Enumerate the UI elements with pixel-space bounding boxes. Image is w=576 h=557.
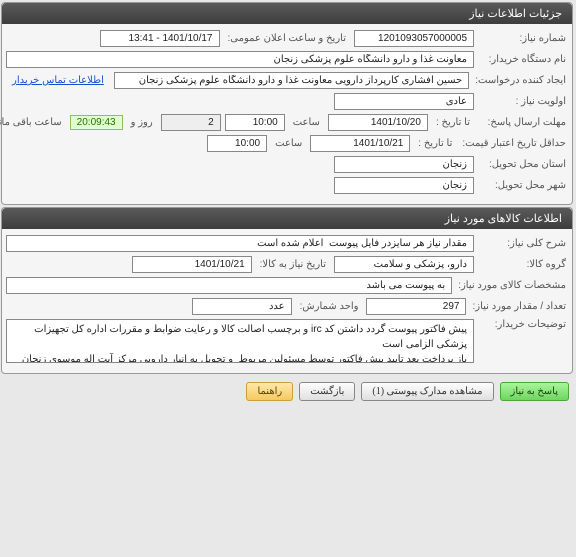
buyer-contact-link[interactable]: اطلاعات تماس خریدار (7, 75, 111, 86)
action-button-row: پاسخ به نیاز مشاهده مدارک پیوستی (1) باز… (0, 376, 576, 407)
row-priority: اولویت نیاز : (7, 93, 569, 110)
unit-field[interactable] (193, 298, 293, 315)
panel1-body: شماره نیاز: تاریخ و ساعت اعلان عمومی: نا… (3, 24, 573, 204)
help-button[interactable]: راهنما (247, 382, 294, 401)
countdown-timer: 20:09:43 (71, 115, 124, 130)
row-group: گروه کالا: تاریخ نیاز به کالا: (7, 256, 569, 273)
attachments-button[interactable]: مشاهده مدارک پیوستی (1) (362, 382, 494, 401)
label-credit: حداقل تاریخ اعتبار قیمت: (461, 138, 569, 149)
back-button[interactable]: بازگشت (300, 382, 356, 401)
notes-field[interactable] (7, 319, 475, 363)
label-city: شهر محل تحویل: (479, 180, 569, 191)
credit-date-field[interactable] (311, 135, 411, 152)
row-spec: مشخصات کالای مورد نیاز: (7, 277, 569, 294)
label-request-no: شماره نیاز: (479, 33, 569, 44)
deadline-time-field[interactable] (226, 114, 286, 131)
label-need-date: تاریخ نیاز به کالا: (257, 259, 331, 270)
goods-info-panel: اطلاعات کالاهای مورد نیاز شرح کلی نیاز: … (2, 207, 574, 374)
desc-field[interactable] (7, 235, 475, 252)
public-dt-field[interactable] (101, 30, 221, 47)
label-qty: تعداد / مقدار مورد نیاز: (471, 301, 569, 312)
deadline-date-field[interactable] (329, 114, 429, 131)
label-hour-1: ساعت (290, 117, 325, 128)
priority-field[interactable] (335, 93, 475, 110)
label-creator: ایجاد کننده درخواست: (474, 75, 569, 86)
panel2-body: شرح کلی نیاز: گروه کالا: تاریخ نیاز به ک… (3, 229, 573, 373)
row-desc: شرح کلی نیاز: (7, 235, 569, 252)
request-no-field[interactable] (355, 30, 475, 47)
group-field[interactable] (335, 256, 475, 273)
respond-button[interactable]: پاسخ به نیاز (501, 382, 571, 401)
need-details-panel: جزئیات اطلاعات نیاز شماره نیاز: تاریخ و … (2, 2, 574, 205)
row-credit: حداقل تاریخ اعتبار قیمت: تا تاریخ : ساعت (7, 135, 569, 152)
row-city: شهر محل تحویل: (7, 177, 569, 194)
panel1-header: جزئیات اطلاعات نیاز (3, 3, 573, 24)
label-days-and: روز و (128, 117, 158, 128)
creator-field[interactable] (115, 72, 470, 89)
row-qty: تعداد / مقدار مورد نیاز: واحد شمارش: (7, 298, 569, 315)
province-field[interactable] (335, 156, 475, 173)
qty-field[interactable] (367, 298, 467, 315)
need-date-field[interactable] (133, 256, 253, 273)
label-hours-remain: ساعت باقی مانده (0, 117, 67, 128)
row-province: استان محل تحویل: (7, 156, 569, 173)
label-hour-2: ساعت (272, 138, 307, 149)
label-notes: توضیحات خریدار: (479, 319, 569, 330)
label-group: گروه کالا: (479, 259, 569, 270)
label-deadline: مهلت ارسال پاسخ: (479, 117, 569, 128)
label-desc: شرح کلی نیاز: (479, 238, 569, 249)
buyer-org-field[interactable] (7, 51, 475, 68)
days-remain-field (162, 114, 222, 131)
label-unit: واحد شمارش: (297, 301, 364, 312)
panel2-header: اطلاعات کالاهای مورد نیاز (3, 208, 573, 229)
row-creator: ایجاد کننده درخواست: اطلاعات تماس خریدار (7, 72, 569, 89)
label-province: استان محل تحویل: (479, 159, 569, 170)
row-deadline: مهلت ارسال پاسخ: تا تاریخ : ساعت روز و 2… (7, 114, 569, 131)
row-notes: توضیحات خریدار: (7, 319, 569, 363)
credit-time-field[interactable] (208, 135, 268, 152)
label-todate-2: تا تاریخ : (415, 138, 457, 149)
row-request-no: شماره نیاز: تاریخ و ساعت اعلان عمومی: (7, 30, 569, 47)
label-priority: اولویت نیاز : (479, 96, 569, 107)
spec-field[interactable] (7, 277, 453, 294)
label-public-dt: تاریخ و ساعت اعلان عمومی: (225, 33, 352, 44)
city-field[interactable] (335, 177, 475, 194)
row-buyer-org: نام دستگاه خریدار: (7, 51, 569, 68)
label-buyer-org: نام دستگاه خریدار: (479, 54, 569, 65)
label-spec: مشخصات کالای مورد نیاز: (457, 280, 569, 291)
label-todate-1: تا تاریخ : (433, 117, 475, 128)
